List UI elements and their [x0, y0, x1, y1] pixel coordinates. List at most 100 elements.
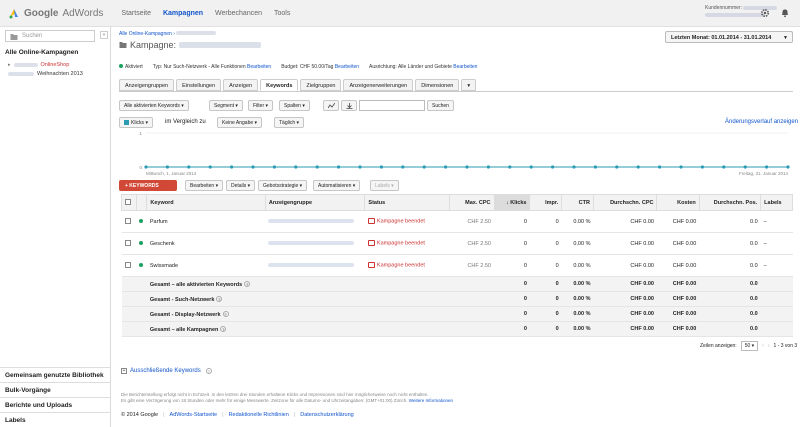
chart-point[interactable]: [786, 165, 790, 169]
sidebar-link-reports[interactable]: Berichte und Uploads: [0, 397, 111, 412]
sidebar-search-input[interactable]: Suchen: [5, 30, 95, 42]
speech-bubble-icon[interactable]: [367, 218, 375, 225]
tab-more[interactable]: ▾: [461, 79, 477, 91]
period-dropdown[interactable]: Täglich ▾: [274, 117, 305, 128]
header-avg-pos[interactable]: Durchschn. Pos.: [698, 194, 762, 211]
sidebar-item-campaign[interactable]: Weihnachten 2013: [8, 71, 83, 77]
keyword-filter-dropdown[interactable]: Alle aktivierten Keywords ▾: [119, 100, 189, 111]
chart-point[interactable]: [294, 165, 298, 169]
ad-group-cell[interactable]: [265, 210, 365, 233]
help-icon[interactable]: ?: [216, 295, 223, 302]
tab-dimensions[interactable]: Dimensionen: [415, 79, 460, 91]
sidebar-link-labels[interactable]: Labels: [0, 412, 111, 427]
table-row[interactable]: Parfum Kampagne beendet CHF 2.50 0 0 0.0…: [121, 210, 793, 233]
bid-strategy-dropdown[interactable]: Gebotsstrategie ▾: [258, 180, 308, 191]
chart-point[interactable]: [165, 165, 169, 169]
segment-dropdown[interactable]: Segment ▾: [209, 100, 243, 111]
columns-dropdown[interactable]: Spalten ▾: [279, 100, 310, 111]
sidebar-link-bulk[interactable]: Bulk-Vorgänge: [0, 382, 111, 397]
expand-icon[interactable]: +: [121, 368, 127, 374]
nav-opportunities[interactable]: Werbechancen: [215, 10, 262, 17]
collapse-sidebar-button[interactable]: «: [100, 31, 108, 39]
breadcrumb-all[interactable]: Alle Online-Kampagnen: [119, 31, 172, 37]
chart-point[interactable]: [700, 165, 705, 169]
chart-point[interactable]: [272, 165, 276, 169]
learn-more-link[interactable]: Weitere Informationen: [409, 398, 453, 403]
row-checkbox[interactable]: [124, 239, 131, 246]
header-labels[interactable]: Labels: [760, 194, 793, 211]
nav-tools[interactable]: Tools: [274, 10, 290, 17]
next-page-icon[interactable]: ›: [768, 343, 770, 349]
row-checkbox-cell[interactable]: [121, 210, 137, 233]
negative-keywords-toggle[interactable]: + Ausschließende Keywords ?: [121, 368, 212, 374]
details-dropdown[interactable]: Details ▾: [226, 180, 256, 191]
header-impressions[interactable]: Impr.: [529, 194, 563, 211]
row-checkbox[interactable]: [124, 217, 131, 224]
footer-link-privacy[interactable]: Datenschutzerklärung: [300, 412, 354, 418]
tab-ad-extensions[interactable]: Anzeigenerweiterungen: [343, 79, 414, 91]
header-status[interactable]: Status: [364, 194, 451, 211]
chart-point[interactable]: [615, 165, 619, 169]
footer-link-policies[interactable]: Redaktionelle Richtlinien: [229, 412, 289, 418]
header-ad-group[interactable]: Anzeigengruppe: [264, 194, 366, 211]
chart-point[interactable]: [358, 165, 362, 169]
chart-point[interactable]: [465, 165, 469, 169]
table-row[interactable]: Swissmade Kampagne beendet CHF 2.50 0 0 …: [121, 254, 793, 277]
rows-select[interactable]: 50 ▾: [740, 341, 759, 351]
breadcrumb[interactable]: Alle Online-Kampagnen ›: [119, 31, 217, 37]
all-campaigns-link[interactable]: Alle Online-Kampagnen: [5, 49, 78, 56]
chart-point[interactable]: [315, 165, 319, 169]
keyword-cell[interactable]: Swissmade: [146, 254, 266, 277]
type-edit-link[interactable]: Bearbeiten: [247, 64, 271, 70]
max-cpc-cell[interactable]: CHF 2.50: [449, 210, 494, 233]
edit-dropdown[interactable]: Bearbeiten ▾: [185, 180, 224, 191]
automate-dropdown[interactable]: Automatisieren ▾: [313, 180, 361, 191]
header-avg-cpc[interactable]: Durchschn. CPC: [592, 194, 658, 211]
table-row[interactable]: Geschenk Kampagne beendet CHF 2.50 0 0 0…: [121, 232, 793, 255]
chart-point[interactable]: [722, 165, 726, 169]
chart-point[interactable]: [401, 165, 405, 169]
keyword-search-input[interactable]: [359, 100, 425, 111]
nav-home[interactable]: Startseite: [121, 10, 151, 17]
chart-point[interactable]: [187, 165, 191, 169]
tab-settings[interactable]: Einstellungen: [176, 79, 222, 91]
select-all-checkbox[interactable]: [125, 198, 131, 205]
adwords-logo[interactable]: Google AdWords: [8, 7, 103, 19]
chart-point[interactable]: [251, 165, 255, 169]
chart-point[interactable]: [422, 165, 426, 169]
chart-point[interactable]: [337, 165, 341, 169]
tab-audiences[interactable]: Zielgruppen: [300, 79, 342, 91]
chart-point[interactable]: [230, 165, 234, 169]
labels-dropdown[interactable]: Labels ▾: [370, 180, 399, 191]
chart-toggle-button[interactable]: [323, 100, 339, 111]
help-icon[interactable]: ?: [222, 310, 229, 317]
header-checkbox[interactable]: [121, 194, 137, 211]
compare-dropdown[interactable]: Keine Angabe ▾: [217, 117, 263, 128]
chart-point[interactable]: [636, 165, 640, 169]
sidebar-item-shop[interactable]: ▸ OnlineShop: [8, 62, 69, 68]
date-range-select[interactable]: Letzten Monat: 01.01.2014 - 31.01.2014 ▼: [665, 31, 793, 43]
tab-ad-groups[interactable]: Anzeigengruppen: [119, 79, 175, 91]
speech-bubble-icon[interactable]: [367, 240, 375, 247]
tab-ads[interactable]: Anzeigen: [223, 79, 259, 91]
help-icon[interactable]: ?: [244, 280, 251, 287]
help-icon[interactable]: ?: [220, 325, 227, 332]
tab-keywords[interactable]: Keywords: [260, 79, 299, 91]
ad-group-cell[interactable]: [265, 254, 365, 277]
row-checkbox[interactable]: [124, 261, 131, 268]
speech-bubble-icon[interactable]: [367, 262, 375, 269]
chart-point[interactable]: [508, 165, 512, 169]
chart-point[interactable]: [379, 165, 383, 169]
chart-point[interactable]: [658, 165, 662, 169]
chart-point[interactable]: [593, 165, 597, 169]
chart-point[interactable]: [444, 165, 448, 169]
chart-point[interactable]: [529, 165, 533, 169]
change-history-link[interactable]: Änderungsverlauf anzeigen: [725, 119, 798, 125]
metric-dropdown[interactable]: Klicks ▾: [119, 117, 153, 128]
ad-group-cell[interactable]: [265, 232, 365, 255]
max-cpc-cell[interactable]: CHF 2.50: [449, 232, 494, 255]
row-checkbox-cell[interactable]: [121, 254, 137, 277]
chart-point[interactable]: [572, 165, 576, 169]
header-keyword[interactable]: Keyword: [146, 194, 266, 211]
footer-link-home[interactable]: AdWords-Startseite: [170, 412, 218, 418]
